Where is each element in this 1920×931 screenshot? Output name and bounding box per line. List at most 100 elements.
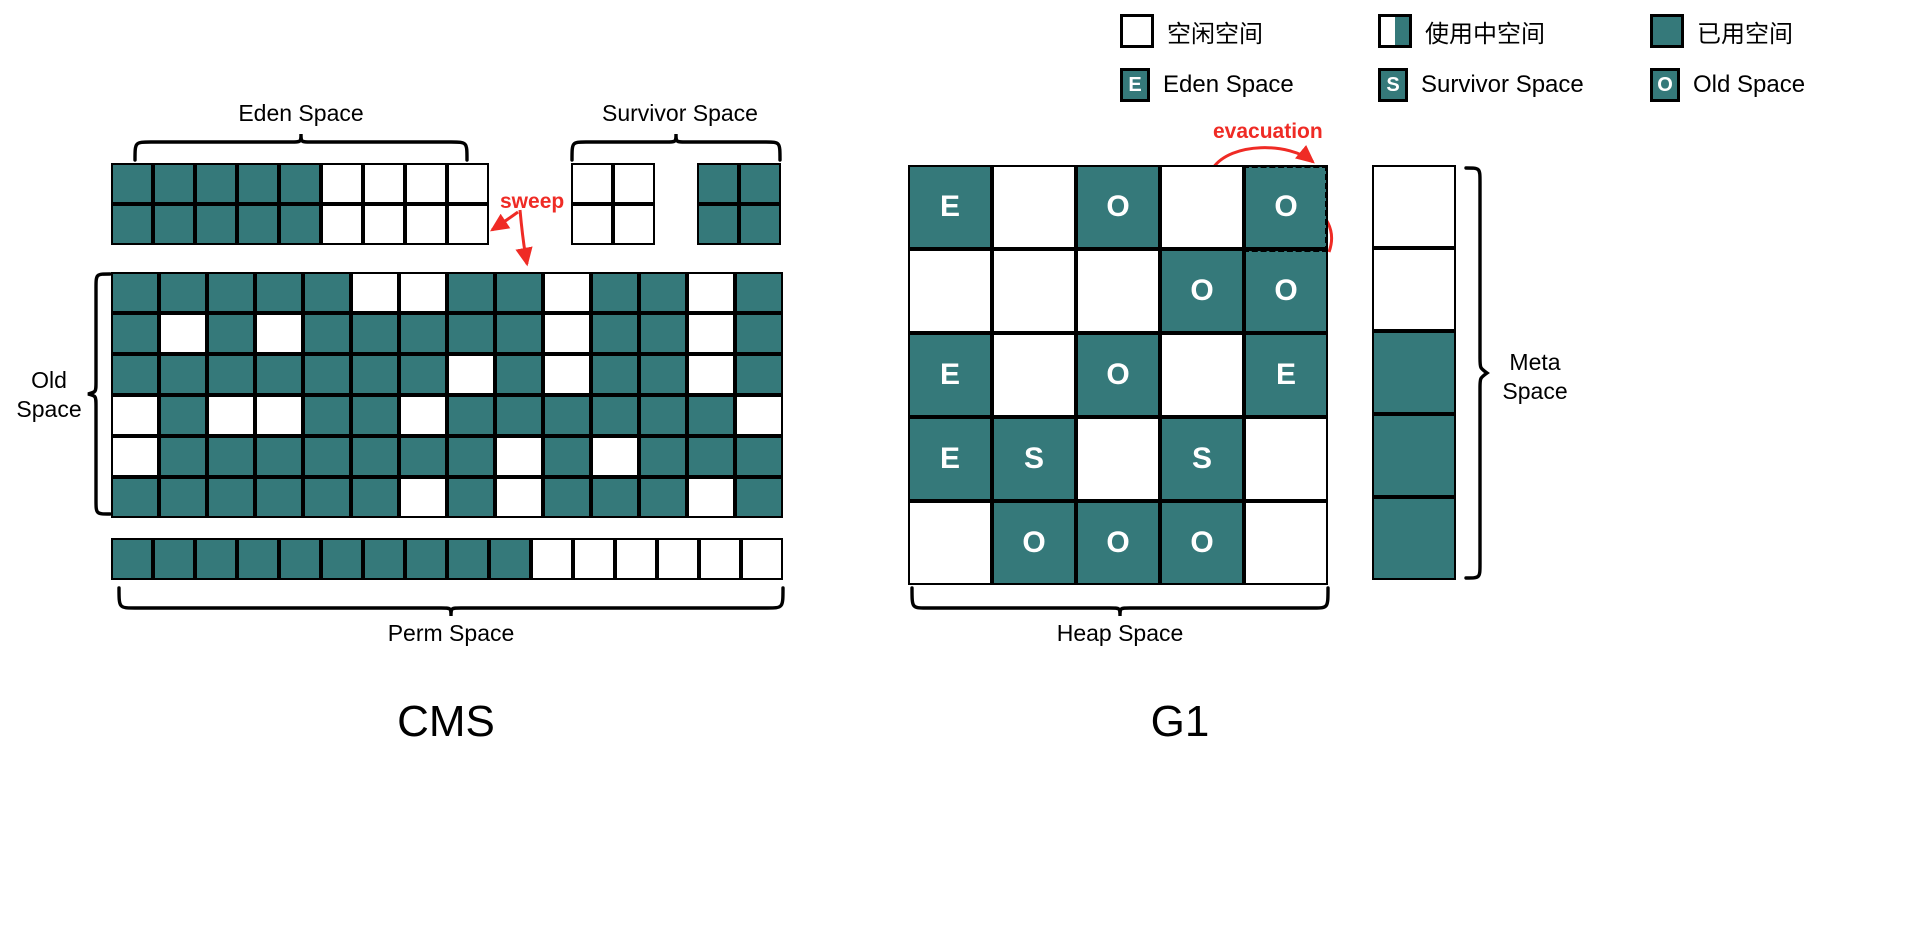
old-space-cell: [351, 477, 399, 518]
perm-space-cell: [447, 538, 489, 580]
old-space-cell: [543, 436, 591, 477]
eden-cell: [111, 204, 153, 245]
perm-space-label: Perm Space: [387, 620, 515, 646]
survivor-space-brace: [570, 133, 782, 162]
perm-space-cell: [237, 538, 279, 580]
old-space-cell: [207, 436, 255, 477]
legend-row-spaces: 空闲空间 使用中空间 已用空间: [1120, 8, 1880, 54]
legend-eden-space: E Eden Space: [1120, 68, 1378, 102]
old-space-cell: [303, 354, 351, 395]
survivor-space-label: Survivor Space: [602, 100, 758, 126]
old-space-cell: [207, 477, 255, 518]
old-space-cell: [255, 436, 303, 477]
old-space-cell: [687, 354, 735, 395]
old-space-cell: [351, 436, 399, 477]
legend-survivor-space: S Survivor Space: [1378, 68, 1650, 102]
old-space-label-line2: Space: [16, 395, 82, 422]
old-space-cell: [207, 313, 255, 354]
old-space-cell: [447, 272, 495, 313]
old-space-cell: [111, 436, 159, 477]
heap-region-cell: O: [1076, 501, 1160, 585]
perm-space-cell: [531, 538, 573, 580]
region-tag-label: E: [939, 358, 960, 391]
eden-cell: [321, 163, 363, 204]
eden-cell: [237, 204, 279, 245]
perm-space-cell: [741, 538, 783, 580]
old-space-cell: [591, 313, 639, 354]
old-space-cell: [495, 313, 543, 354]
old-space-cell: [255, 313, 303, 354]
old-space-cell: [495, 354, 543, 395]
old-space-cell: [111, 395, 159, 436]
old-space-cell: [687, 395, 735, 436]
survivor-cell: [613, 204, 655, 245]
heap-region-cell: [1160, 333, 1244, 417]
legend-old-space: O Old Space: [1650, 68, 1805, 102]
old-space-cell: [591, 272, 639, 313]
old-space-cell: [303, 272, 351, 313]
legend: 空闲空间 使用中空间 已用空间 E Eden Space S Survivor …: [1120, 8, 1880, 108]
meta-space-cell: [1372, 248, 1456, 331]
heap-region-cell: O: [1076, 333, 1160, 417]
old-space-cell: [111, 272, 159, 313]
perm-space-grid: [111, 538, 783, 580]
eden-cell: [153, 204, 195, 245]
heap-region-cell: [992, 333, 1076, 417]
old-space-cell: [591, 477, 639, 518]
meta-space-cell: [1372, 414, 1456, 497]
legend-row-regions: E Eden Space S Survivor Space O Old Spac…: [1120, 62, 1880, 108]
old-space-cell: [255, 395, 303, 436]
old-space-grid: [111, 272, 783, 518]
eden-cell: [237, 163, 279, 204]
old-space-cell: [207, 395, 255, 436]
region-tag-label: O: [1190, 274, 1214, 307]
old-space-cell: [495, 477, 543, 518]
perm-space-cell: [657, 538, 699, 580]
heap-region-cell: O: [1160, 249, 1244, 333]
old-space-cell: [687, 436, 735, 477]
meta-space-brace: [1464, 166, 1490, 580]
evacuation-label: evacuation: [1213, 120, 1323, 143]
eden-cell: [405, 204, 447, 245]
heap-region-cell: [992, 249, 1076, 333]
old-space-cell: [639, 436, 687, 477]
old-space-cell: [351, 354, 399, 395]
survivor-cell: [571, 204, 613, 245]
perm-space-cell: [195, 538, 237, 580]
old-space-cell: [399, 477, 447, 518]
perm-space-cell: [321, 538, 363, 580]
perm-space-cell: [111, 538, 153, 580]
heap-region-cell: O: [1244, 249, 1328, 333]
old-space-cell: [255, 272, 303, 313]
old-space-cell: [639, 395, 687, 436]
heap-space-brace: [910, 586, 1330, 617]
eden-space-brace: [133, 133, 469, 162]
eden-cell: [279, 204, 321, 245]
heap-region-cell: [908, 249, 992, 333]
old-space-cell: [111, 354, 159, 395]
legend-in-use-space-label: 使用中空间: [1425, 20, 1545, 48]
old-space-cell: [639, 477, 687, 518]
region-tag-label: S: [1191, 442, 1212, 475]
legend-in-use-space: 使用中空间: [1378, 14, 1650, 49]
region-tag-label: E: [939, 190, 960, 223]
region-tag-label: S: [1023, 442, 1044, 475]
old-space-cell: [735, 313, 783, 354]
in-use-space-swatch-icon: [1378, 14, 1412, 48]
heap-region-cell: [1076, 249, 1160, 333]
perm-space-cell: [363, 538, 405, 580]
old-space-label: Old Space: [10, 366, 88, 424]
eden-cell: [195, 163, 237, 204]
heap-region-cell: [908, 501, 992, 585]
old-space-cell: [447, 436, 495, 477]
survivor-cell: [697, 204, 739, 245]
survivor-cell: [613, 163, 655, 204]
region-tag-label: O: [1106, 358, 1130, 391]
legend-survivor-space-label: Survivor Space: [1421, 71, 1584, 98]
cms-title: CMS: [397, 697, 495, 746]
old-space-cell: [735, 436, 783, 477]
perm-space-brace: [117, 586, 785, 617]
heap-region-cell: E: [908, 417, 992, 501]
eden-cell: [153, 163, 195, 204]
old-space-cell: [687, 477, 735, 518]
